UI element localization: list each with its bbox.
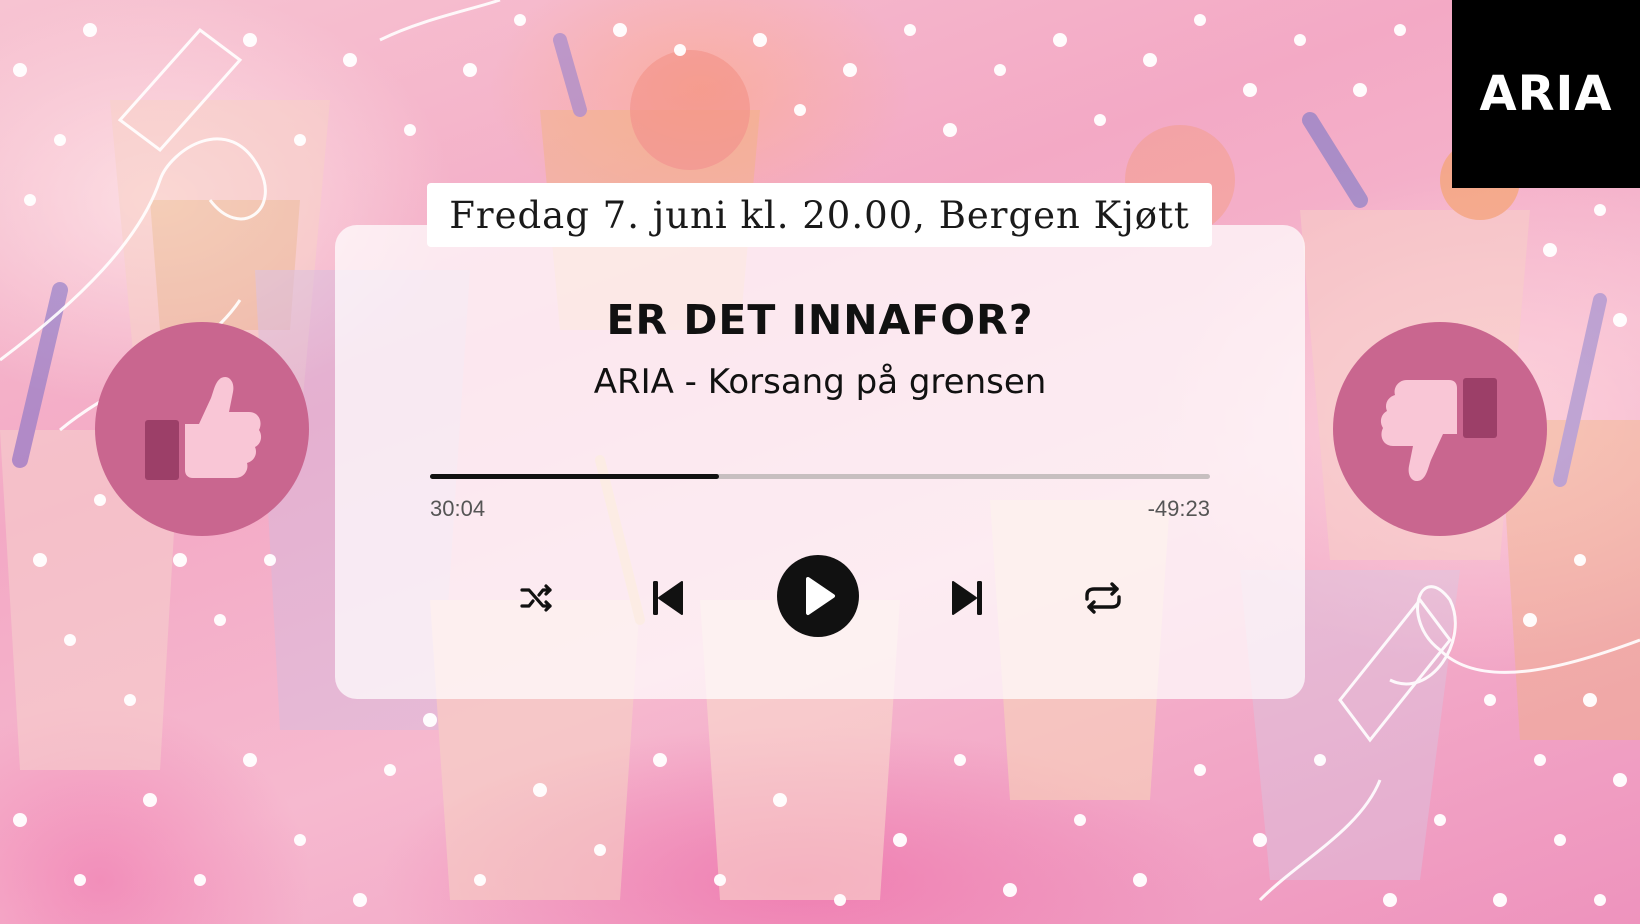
skip-next-icon bbox=[952, 581, 982, 615]
song-title: ER DET INNAFOR? bbox=[606, 296, 1034, 344]
thumbs-down-icon bbox=[1380, 378, 1497, 482]
remaining-time: -49:23 bbox=[1147, 496, 1210, 521]
like-button[interactable] bbox=[95, 322, 309, 536]
logo-text: ARIA bbox=[1479, 66, 1613, 122]
aria-logo: ARIA bbox=[1452, 0, 1640, 188]
dislike-button[interactable] bbox=[1333, 322, 1547, 536]
previous-button[interactable] bbox=[643, 573, 693, 623]
thumbs-up-icon bbox=[145, 376, 262, 480]
progress-bar[interactable] bbox=[430, 474, 1210, 479]
shuffle-button[interactable] bbox=[512, 578, 562, 618]
play-icon bbox=[806, 577, 835, 615]
repeat-icon bbox=[1085, 582, 1121, 614]
event-date-label: Fredag 7. juni kl. 20.00, Bergen Kjøtt bbox=[427, 183, 1212, 247]
shuffle-icon bbox=[520, 584, 552, 612]
next-button[interactable] bbox=[942, 573, 992, 623]
progress-fill bbox=[430, 474, 719, 479]
play-button[interactable] bbox=[777, 555, 859, 637]
elapsed-time: 30:04 bbox=[430, 496, 486, 521]
repeat-button[interactable] bbox=[1077, 576, 1129, 620]
song-artist: ARIA - Korsang på grensen bbox=[593, 362, 1047, 402]
skip-previous-icon bbox=[653, 581, 683, 615]
